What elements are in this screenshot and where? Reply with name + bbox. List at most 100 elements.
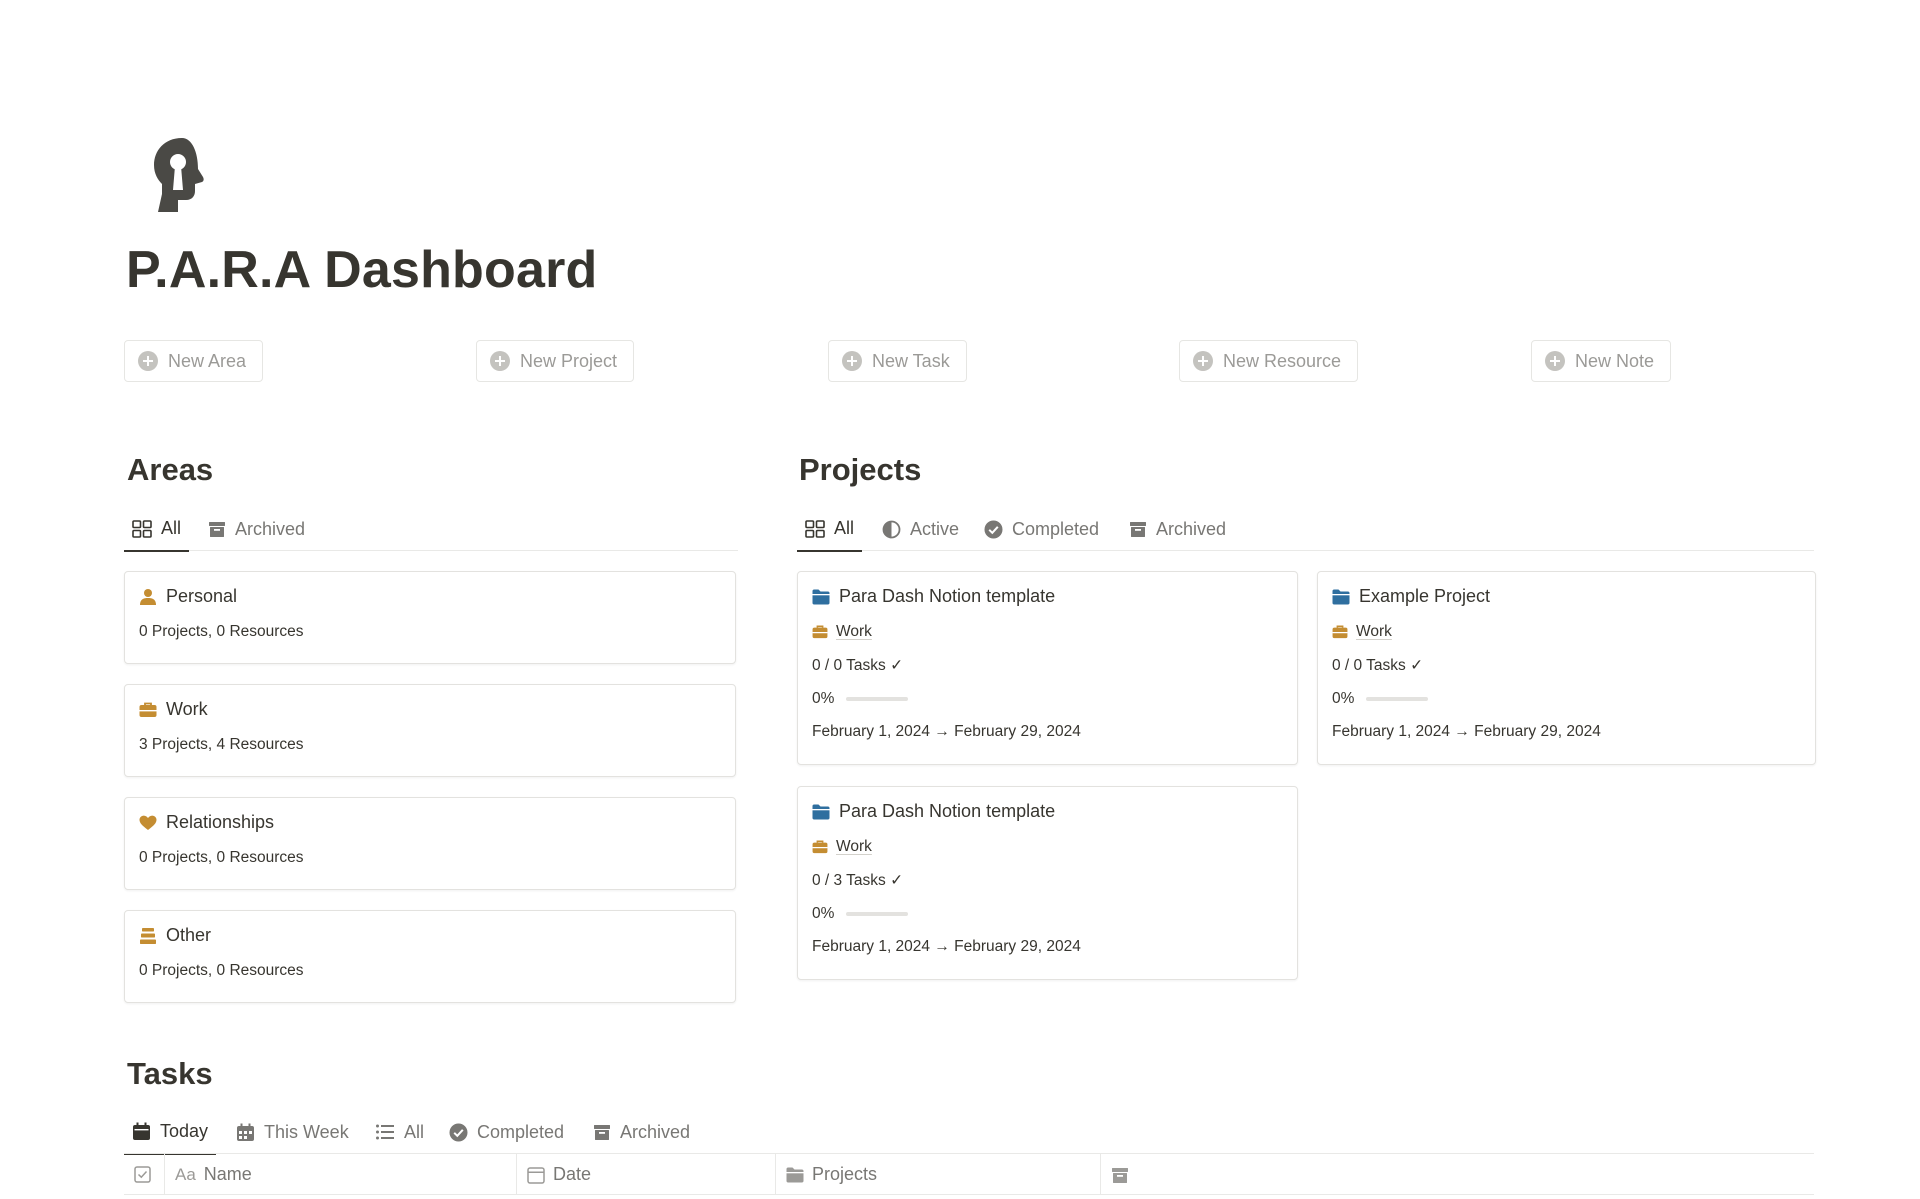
area-summary: 3 Projects, 4 Resources (139, 736, 304, 753)
half-circle-icon (882, 520, 901, 538)
heart-icon (139, 815, 157, 830)
column-projects[interactable]: Projects (776, 1154, 1101, 1195)
new-resource-label: New Resource (1223, 350, 1342, 371)
column-name[interactable]: Aa Name (165, 1154, 517, 1195)
gallery-icon (132, 519, 152, 538)
area-name: Personal (166, 586, 238, 606)
project-progress: 0% (812, 690, 909, 708)
areas-tab-archived[interactable]: Archived (200, 507, 313, 551)
area-card-title: Other (139, 925, 211, 946)
project-name: Para Dash Notion template (839, 801, 1056, 821)
progress-label: 0% (1332, 690, 1355, 707)
area-summary: 0 Projects, 0 Resources (139, 962, 304, 979)
folder-icon (812, 589, 830, 604)
area-name: Relationships (166, 812, 275, 832)
tasks-tab-archived[interactable]: Archived (585, 1110, 698, 1154)
new-task-button[interactable]: New Task (828, 340, 967, 382)
briefcase-icon (139, 702, 157, 717)
project-card[interactable]: Example Project Work 0 / 0 Tasks ✓ 0% Fe… (1317, 571, 1816, 765)
area-card-title: Relationships (139, 812, 274, 833)
calendar-outline-icon (527, 1166, 545, 1184)
tab-label: All (404, 1121, 425, 1142)
tab-label: All (161, 518, 182, 538)
project-area[interactable]: Work (812, 838, 872, 856)
list-icon (376, 1124, 394, 1140)
new-note-label: New Note (1575, 350, 1655, 371)
projects-heading: Projects (799, 452, 922, 487)
tasks-tab-today[interactable]: Today (124, 1110, 217, 1155)
project-name: Para Dash Notion template (839, 586, 1056, 606)
project-area-label: Work (836, 623, 872, 640)
new-buttons-row: New Area New Project New Task New Resour… (124, 340, 1672, 382)
column-checkbox[interactable] (124, 1154, 165, 1195)
area-card-personal[interactable]: Personal 0 Projects, 0 Resources (124, 571, 736, 664)
archive-icon (594, 1125, 610, 1140)
column-label: Date (553, 1164, 592, 1184)
area-name: Work (166, 699, 208, 719)
tab-label: Completed (477, 1121, 565, 1142)
new-area-label: New Area (168, 350, 247, 371)
new-area-button[interactable]: New Area (124, 340, 264, 382)
projects-tabs: All Active Completed Archived (797, 507, 1814, 552)
project-name: Example Project (1359, 586, 1491, 606)
new-task-label: New Task (872, 350, 950, 371)
column-archived[interactable] (1101, 1154, 1814, 1195)
projects-tab-completed[interactable]: Completed (976, 507, 1107, 551)
column-label: Projects (812, 1164, 878, 1184)
project-dates: February 1, 2024 → February 29, 2024 (812, 938, 1081, 955)
new-note-button[interactable]: New Note (1531, 340, 1672, 382)
projects-tab-active[interactable]: Active (874, 507, 967, 551)
tab-label: Completed (1012, 518, 1100, 539)
person-icon (140, 588, 156, 605)
areas-tab-all[interactable]: All (124, 507, 190, 552)
area-card-title: Work (139, 699, 208, 720)
area-card-work[interactable]: Work 3 Projects, 4 Resources (124, 684, 736, 777)
tasks-tab-completed[interactable]: Completed (441, 1110, 572, 1154)
project-card-title: Para Dash Notion template (812, 586, 1055, 607)
page-title: P.A.R.A Dashboard (126, 241, 598, 299)
tasks-heading: Tasks (127, 1056, 213, 1091)
area-summary: 0 Projects, 0 Resources (139, 849, 304, 866)
tab-label: Active (910, 518, 960, 539)
tab-label: Archived (235, 518, 306, 539)
tab-label: All (834, 518, 855, 538)
plus-circle-icon (842, 351, 862, 371)
project-area-label: Work (836, 838, 872, 855)
area-summary: 0 Projects, 0 Resources (139, 623, 304, 640)
check-circle-icon (449, 1123, 468, 1141)
area-card-relationships[interactable]: Relationships 0 Projects, 0 Resources (124, 797, 736, 890)
tab-label: Archived (620, 1121, 691, 1142)
area-card-title: Personal (139, 586, 237, 607)
project-card[interactable]: Para Dash Notion template Work 0 / 3 Tas… (797, 786, 1298, 980)
tasks-table-header: Aa Name Date Projects (124, 1153, 1814, 1195)
project-tasks: 0 / 3 Tasks ✓ (812, 872, 904, 889)
column-date[interactable]: Date (517, 1154, 776, 1195)
folder-icon (786, 1167, 804, 1182)
projects-tab-archived[interactable]: Archived (1121, 507, 1234, 551)
project-dates: February 1, 2024 → February 29, 2024 (812, 723, 1081, 740)
archive-icon (209, 522, 225, 537)
project-card-title: Para Dash Notion template (812, 801, 1055, 822)
project-dates: February 1, 2024 → February 29, 2024 (1332, 723, 1601, 740)
progress-label: 0% (812, 905, 835, 922)
project-card[interactable]: Para Dash Notion template Work 0 / 0 Tas… (797, 571, 1298, 765)
project-area[interactable]: Work (812, 623, 872, 641)
project-tasks: 0 / 0 Tasks ✓ (1332, 657, 1424, 674)
new-project-button[interactable]: New Project (476, 340, 635, 382)
briefcase-icon (812, 840, 828, 854)
tasks-tab-all[interactable]: All (367, 1110, 432, 1154)
progress-bar (846, 697, 909, 701)
briefcase-icon (812, 625, 828, 639)
archive-icon (1112, 1167, 1128, 1183)
gallery-icon (805, 519, 825, 538)
new-project-label: New Project (520, 350, 618, 371)
projects-tab-all[interactable]: All (797, 507, 863, 552)
tasks-tab-this-week[interactable]: This Week (228, 1110, 357, 1154)
progress-bar (846, 912, 909, 916)
project-area[interactable]: Work (1332, 623, 1392, 641)
new-resource-button[interactable]: New Resource (1179, 340, 1359, 382)
progress-bar (1366, 697, 1429, 701)
tab-label: Archived (1156, 518, 1227, 539)
progress-label: 0% (812, 690, 835, 707)
area-card-other[interactable]: Other 0 Projects, 0 Resources (124, 910, 736, 1003)
